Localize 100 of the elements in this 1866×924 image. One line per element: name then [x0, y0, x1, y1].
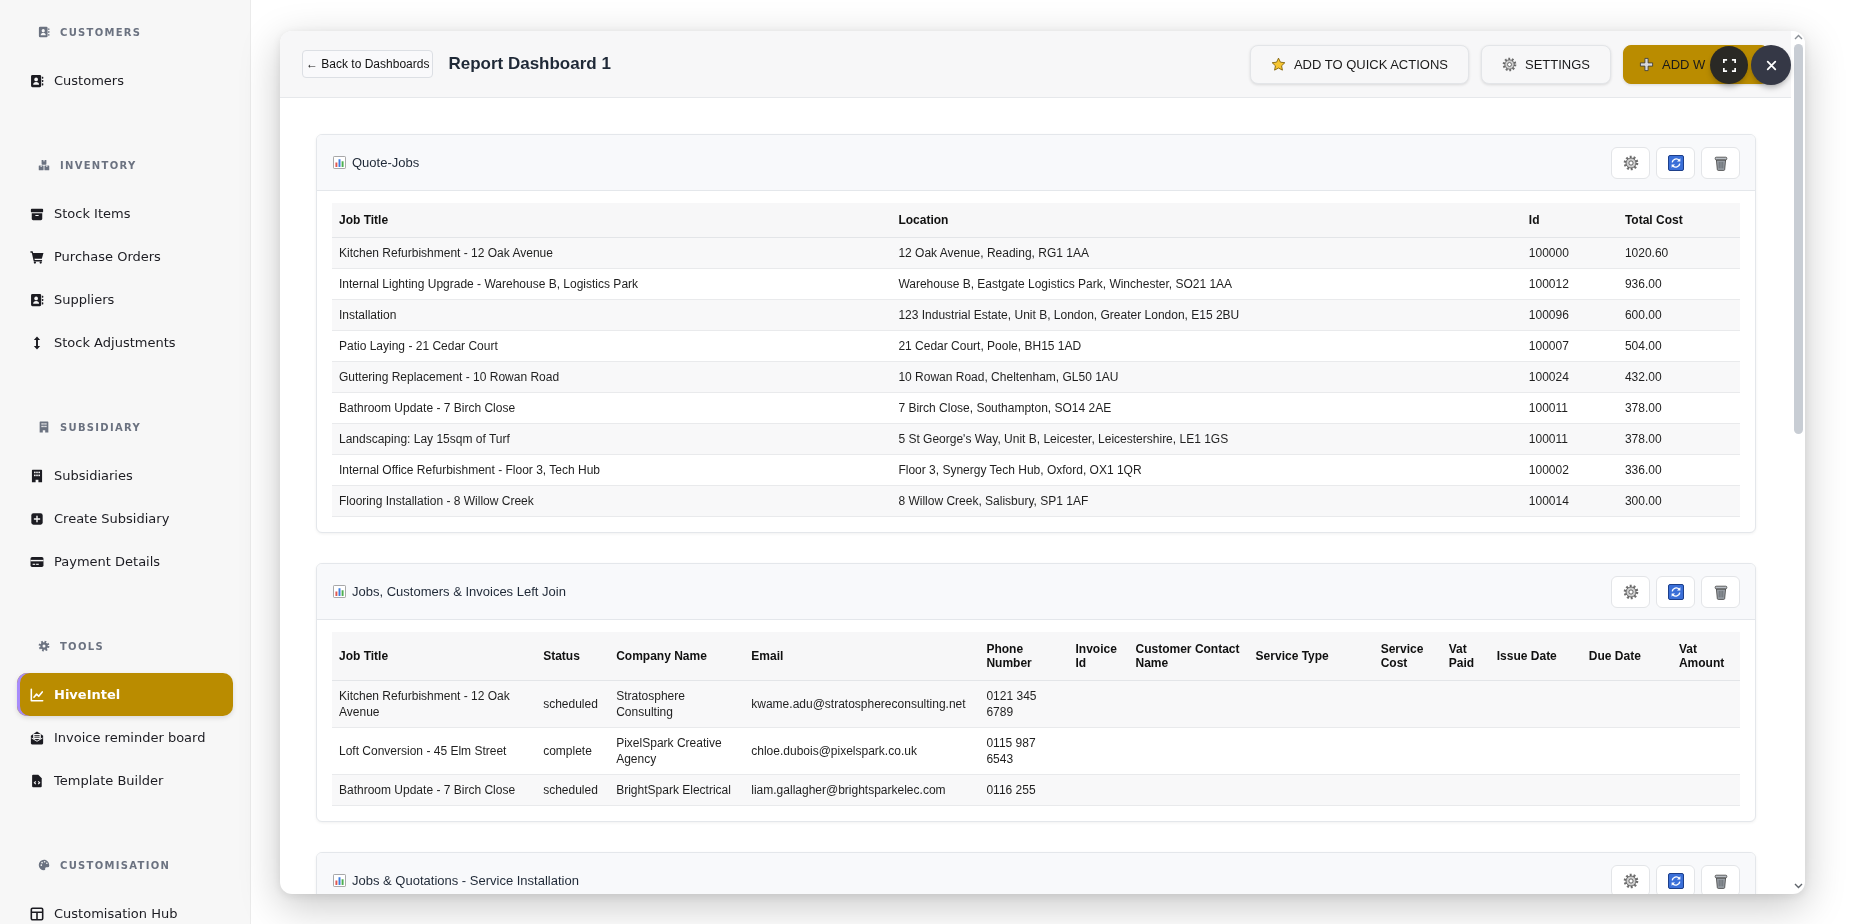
table-cell: 600.00 — [1617, 299, 1740, 331]
table-cell: 504.00 — [1617, 330, 1740, 362]
table-cell: 432.00 — [1617, 361, 1740, 393]
table-cell: scheduled — [536, 774, 610, 806]
settings-button[interactable] — [1611, 864, 1650, 894]
refresh-button[interactable] — [1656, 575, 1695, 608]
delete-button[interactable] — [1701, 146, 1740, 179]
column-header: Customer Contact Name — [1128, 632, 1249, 681]
table-cell: Bathroom Update - 7 Birch Close — [332, 774, 537, 806]
settings-icon — [1622, 872, 1639, 889]
column-header: Job Title — [332, 203, 892, 238]
boxes-icon — [38, 159, 50, 171]
refresh-button[interactable] — [1656, 146, 1695, 179]
table-cell: Patio Laying - 21 Cedar Court — [332, 330, 892, 362]
table-cell: complete — [536, 727, 610, 775]
contact-card-icon — [30, 292, 44, 307]
table-cell: Floor 3, Synergy Tech Hub, Oxford, OX1 1QR — [891, 454, 1522, 486]
fullscreen-icon — [1722, 58, 1736, 72]
settings-icon — [1622, 583, 1639, 600]
table-cell: PixelSpark Creative Agency — [609, 727, 745, 775]
settings-button[interactable] — [1611, 575, 1650, 608]
credit-card-icon — [30, 554, 44, 569]
sidebar-item[interactable]: Subsidiaries — [17, 454, 233, 497]
column-header: Phone Number — [979, 632, 1069, 681]
table-cell: Landscaping: Lay 15sqm of Turf — [332, 423, 892, 455]
column-header: Vat Paid — [1441, 632, 1490, 681]
table-cell: BrightSpark Electrical — [609, 774, 745, 806]
table-cell: 100014 — [1521, 485, 1618, 517]
settings-button[interactable] — [1611, 146, 1650, 179]
card-title: Jobs & Quotations - Service Installation — [352, 873, 579, 888]
line-chart-icon — [30, 687, 44, 702]
table-cell: 21 Cedar Court, Poole, BH15 1AD — [891, 330, 1522, 362]
column-header: Invoice Id — [1068, 632, 1129, 681]
sidebar-item[interactable]: Suppliers — [17, 278, 233, 321]
table-cell: 100012 — [1521, 268, 1618, 300]
sidebar-item[interactable]: Create Subsidiary — [17, 497, 233, 540]
palette-icon — [38, 859, 50, 871]
contact-book-icon — [38, 26, 50, 38]
column-header: Id — [1521, 203, 1618, 238]
sidebar-item[interactable]: Template Builder — [17, 759, 233, 802]
sidebar-item[interactable]: Purchase Orders — [17, 235, 233, 278]
table-cell: 936.00 — [1617, 268, 1740, 300]
refresh-icon — [1667, 154, 1684, 171]
delete-button[interactable] — [1701, 864, 1740, 894]
table-cell: Kitchen Refurbishment - 12 Oak Avenue — [332, 237, 892, 269]
table-cell: Internal Office Refurbishment - Floor 3, Tech Hub — [332, 454, 892, 486]
table-cell: Guttering Replacement - 10 Rowan Road — [332, 361, 892, 393]
table-cell: 100002 — [1521, 454, 1618, 486]
grid-icon — [30, 906, 44, 921]
column-header: Company Name — [609, 632, 745, 681]
column-header: Due Date — [1581, 632, 1672, 681]
table-cell: liam.gallagher@brightsparkelec.com — [744, 774, 980, 806]
table-cell: 378.00 — [1617, 423, 1740, 455]
table-cell: 123 Industrial Estate, Unit B, London, Greater London, E15 2BU — [891, 299, 1522, 331]
table-cell: 1020.60 — [1617, 237, 1740, 269]
table-cell: 336.00 — [1617, 454, 1740, 486]
building-icon — [30, 468, 44, 483]
refresh-icon — [1667, 872, 1684, 889]
scroll-up-icon — [1793, 34, 1803, 40]
bar-chart-icon — [333, 156, 346, 169]
quick-actions-button[interactable]: ADD TO QUICK ACTIONS — [1249, 44, 1469, 84]
settings-button[interactable]: SETTINGS — [1481, 44, 1611, 84]
gear-icon — [38, 640, 50, 652]
table-cell: 0115 987 6543 — [979, 727, 1069, 775]
sidebar-item[interactable]: Customisation Hub — [17, 892, 233, 924]
refresh-button[interactable] — [1656, 864, 1695, 894]
column-header: Vat Amount — [1671, 632, 1740, 681]
delete-button[interactable] — [1701, 575, 1740, 608]
close-icon — [1765, 59, 1777, 71]
sidebar-item[interactable]: Stock Items — [17, 192, 233, 235]
section-heading: SUBSIDIARY — [60, 421, 142, 433]
table-cell: 100011 — [1521, 392, 1618, 424]
table-cell: 8 Willow Creek, Salisbury, SP1 1AF — [891, 485, 1522, 517]
column-header: Total Cost — [1617, 203, 1740, 238]
column-header: Issue Date — [1489, 632, 1582, 681]
back-button[interactable]: ← Back to Dashboards — [302, 50, 434, 78]
table-cell: 300.00 — [1617, 485, 1740, 517]
sidebar-item[interactable]: Payment Details — [17, 540, 233, 583]
settings-icon — [1622, 154, 1639, 171]
sidebar-item[interactable]: Stock Adjustments — [17, 321, 233, 364]
table-cell: 10 Rowan Road, Cheltenham, GL50 1AU — [891, 361, 1522, 393]
dashboard-title: Report Dashboard 1 — [448, 54, 611, 74]
section-heading: CUSTOMERS — [60, 26, 142, 38]
plus-square-icon — [30, 511, 44, 526]
trash-icon — [1712, 583, 1729, 600]
star-icon — [1270, 56, 1286, 72]
sidebar-item[interactable]: Invoice reminder board — [17, 716, 233, 759]
table-cell: Installation — [332, 299, 892, 331]
trash-icon — [1712, 872, 1729, 889]
scrollbar-thumb[interactable] — [1793, 44, 1803, 434]
scroll-down-icon — [1793, 883, 1803, 889]
table-cell: Kitchen Refurbishment - 12 Oak Avenue — [332, 680, 537, 728]
table-cell: Stratosphere Consulting — [609, 680, 745, 728]
sidebar-item[interactable]: Customers — [17, 59, 233, 102]
table-cell: Bathroom Update - 7 Birch Close — [332, 392, 892, 424]
table-cell: 100024 — [1521, 361, 1618, 393]
table-cell: Flooring Installation - 8 Willow Creek — [332, 485, 892, 517]
table-cell: 0116 255 — [979, 774, 1069, 806]
building-icon — [38, 421, 50, 433]
table-cell: 100000 — [1521, 237, 1618, 269]
